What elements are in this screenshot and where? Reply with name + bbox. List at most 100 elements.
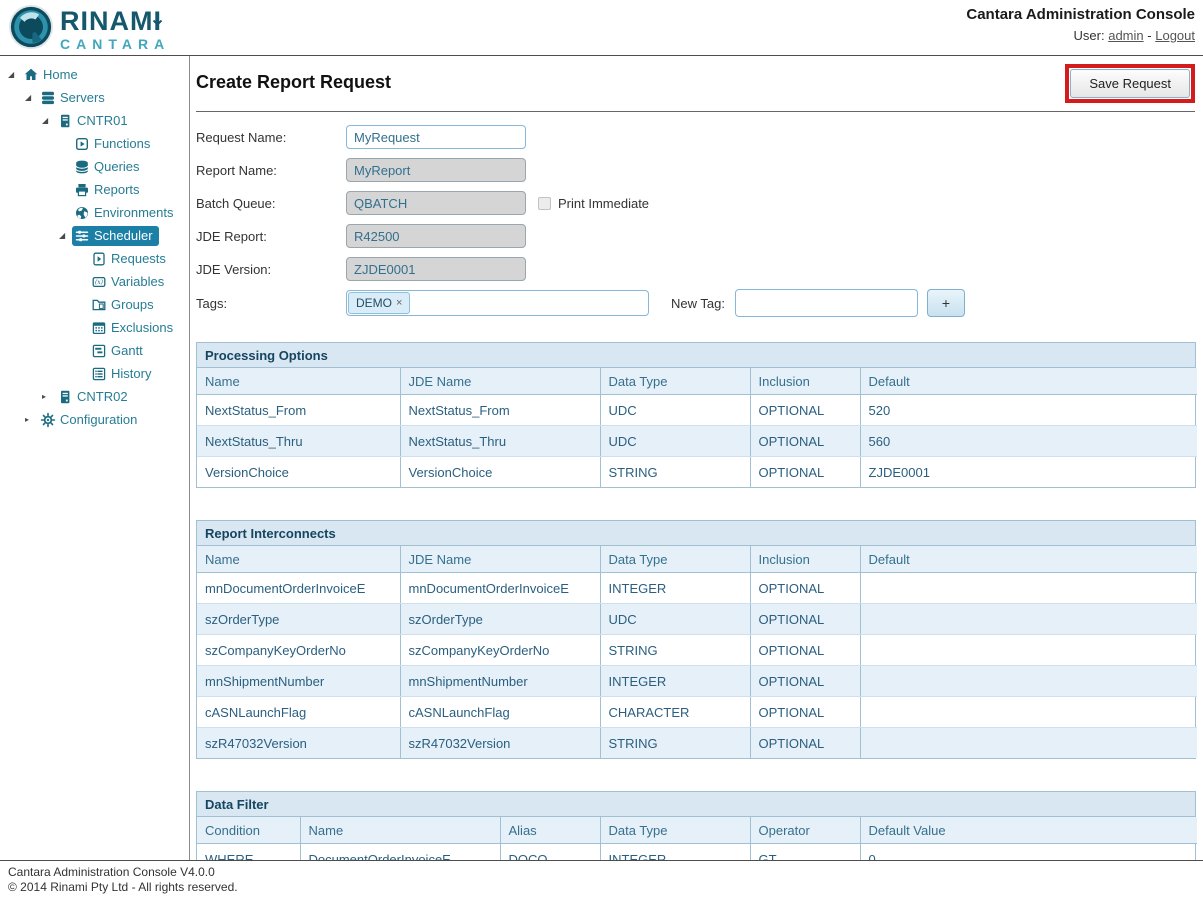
sidebar-item-configuration[interactable]: ▸ Configuration: [0, 408, 189, 431]
sidebar-item-label: History: [111, 366, 151, 381]
sidebar-item-label: Functions: [94, 136, 150, 151]
table-cell: szCompanyKeyOrderNo: [400, 635, 600, 666]
home-icon: [23, 67, 39, 83]
user-line: User: admin - Logout: [966, 28, 1195, 43]
table-row: VersionChoiceVersionChoiceSTRINGOPTIONAL…: [197, 457, 1197, 488]
table-cell: szOrderType: [197, 604, 400, 635]
footer-copyright: © 2014 Rinami Pty Ltd - All rights reser…: [8, 880, 1195, 895]
tree-collapsed-arrow-icon[interactable]: ▸: [42, 392, 55, 401]
sidebar-item-label: CNTR01: [77, 113, 128, 128]
table-cell: OPTIONAL: [750, 697, 860, 728]
main-content: Create Report Request Save Request Reque…: [190, 56, 1203, 860]
database-icon: [74, 159, 90, 175]
table-header-row: NameJDE NameData TypeInclusionDefault: [197, 546, 1197, 573]
variable-icon: (x): [91, 274, 107, 290]
table-cell: 0: [860, 844, 1197, 861]
table-cell: UDC: [600, 604, 750, 635]
sidebar-item-exclusions[interactable]: Exclusions: [0, 316, 189, 339]
tree-expanded-arrow-icon[interactable]: ◢: [8, 70, 21, 79]
sidebar-item-label: Home: [43, 67, 78, 82]
brand-caron-mark: [153, 4, 162, 31]
table-row: szCompanyKeyOrderNoszCompanyKeyOrderNoST…: [197, 635, 1197, 666]
table-cell: VersionChoice: [197, 457, 400, 488]
logout-link[interactable]: Logout: [1155, 28, 1195, 43]
sidebar-item-label: Configuration: [60, 412, 137, 427]
sidebar-item-label: CNTR02: [77, 389, 128, 404]
sidebar-item-label: Variables: [111, 274, 164, 289]
sidebar-item-groups[interactable]: Groups: [0, 293, 189, 316]
sidebar-item-functions[interactable]: Functions: [0, 132, 189, 155]
request-name-input[interactable]: [346, 125, 526, 149]
table-cell: mnShipmentNumber: [197, 666, 400, 697]
new-tag-input[interactable]: [735, 289, 918, 317]
sidebar-item-label: Scheduler: [94, 228, 153, 243]
table-cell: STRING: [600, 635, 750, 666]
jde-version-input: [346, 257, 526, 281]
column-header: Data Type: [600, 546, 750, 573]
sidebar-item-cntr01[interactable]: ◢ CNTR01: [0, 109, 189, 132]
table-row: WHEREDocumentOrderInvoiceEDOCOINTEGERGT0: [197, 844, 1197, 861]
tag-remove-icon[interactable]: ×: [396, 297, 402, 309]
table-cell: OPTIONAL: [750, 395, 860, 426]
column-header: Data Type: [600, 368, 750, 395]
sidebar-item-variables[interactable]: (x) Variables: [0, 270, 189, 293]
print-immediate-label: Print Immediate: [558, 196, 649, 211]
sidebar-item-cntr02[interactable]: ▸ CNTR02: [0, 385, 189, 408]
sidebar-item-home[interactable]: ◢ Home: [0, 63, 189, 86]
tree-collapsed-arrow-icon[interactable]: ▸: [25, 415, 38, 424]
sidebar-item-servers[interactable]: ◢Servers: [0, 86, 189, 109]
sidebar-item-history[interactable]: History: [0, 362, 189, 385]
table-cell: UDC: [600, 395, 750, 426]
user-name-link[interactable]: admin: [1108, 28, 1143, 43]
history-icon: [91, 366, 107, 382]
printer-icon: [74, 182, 90, 198]
table-title: Data Filter: [197, 792, 1195, 817]
column-header: Name: [300, 817, 500, 844]
table-title: Processing Options: [197, 343, 1195, 368]
print-immediate-checkbox[interactable]: [538, 197, 551, 210]
column-header: Inclusion: [750, 546, 860, 573]
table-cell: NextStatus_Thru: [197, 426, 400, 457]
globe-icon: [74, 205, 90, 221]
footer-version: Cantara Administration Console V4.0.0: [8, 865, 1195, 880]
add-tag-button[interactable]: +: [927, 289, 965, 317]
sidebar-item-reports[interactable]: Reports: [0, 178, 189, 201]
request-icon: [91, 251, 107, 267]
table-cell: mnDocumentOrderInvoiceE: [400, 573, 600, 604]
table-cell: NextStatus_From: [197, 395, 400, 426]
tree-expanded-arrow-icon[interactable]: ◢: [25, 93, 38, 102]
table-cell: STRING: [600, 457, 750, 488]
sidebar-item-requests[interactable]: Requests: [0, 247, 189, 270]
field-label: Batch Queue:: [196, 196, 346, 211]
table-row: NextStatus_FromNextStatus_FromUDCOPTIONA…: [197, 395, 1197, 426]
table-row: cASNLaunchFlagcASNLaunchFlagCHARACTEROPT…: [197, 697, 1197, 728]
server-icon: [57, 113, 73, 129]
tree-expanded-arrow-icon[interactable]: ◢: [42, 116, 55, 125]
tags-input[interactable]: DEMO×: [346, 290, 649, 316]
table-row: mnDocumentOrderInvoiceEmnDocumentOrderIn…: [197, 573, 1197, 604]
table-cell: VersionChoice: [400, 457, 600, 488]
calendar-icon: [91, 320, 107, 336]
app-title: Cantara Administration Console: [966, 6, 1195, 23]
data-filter-table: Data FilterConditionNameAliasData TypeOp…: [196, 791, 1196, 860]
tree-expanded-arrow-icon[interactable]: ◢: [59, 231, 72, 240]
table-cell: STRING: [600, 728, 750, 759]
sidebar-item-gantt[interactable]: Gantt: [0, 339, 189, 362]
save-request-button[interactable]: Save Request: [1070, 69, 1190, 98]
column-header: Data Type: [600, 817, 750, 844]
table-cell: WHERE: [197, 844, 300, 861]
table-cell: OPTIONAL: [750, 573, 860, 604]
sidebar-item-scheduler[interactable]: ◢ Scheduler: [0, 224, 189, 247]
report-interconnects-table: Report InterconnectsNameJDE NameData Typ…: [196, 520, 1196, 759]
sidebar-item-environments[interactable]: Environments: [0, 201, 189, 224]
sidebar-item-label: Exclusions: [111, 320, 173, 335]
report-request-form: Request Name:Report Name:Batch Queue:Pri…: [196, 124, 1195, 317]
table-cell: OPTIONAL: [750, 728, 860, 759]
navigation-tree: ◢Home◢Servers◢CNTR01FunctionsQueriesRepo…: [0, 56, 190, 860]
table-cell: UDC: [600, 426, 750, 457]
field-label: Request Name:: [196, 130, 346, 145]
table-cell: [860, 635, 1197, 666]
sidebar-item-queries[interactable]: Queries: [0, 155, 189, 178]
brand-logo: RINAMI CANTARA: [8, 4, 170, 55]
table-cell: [860, 697, 1197, 728]
